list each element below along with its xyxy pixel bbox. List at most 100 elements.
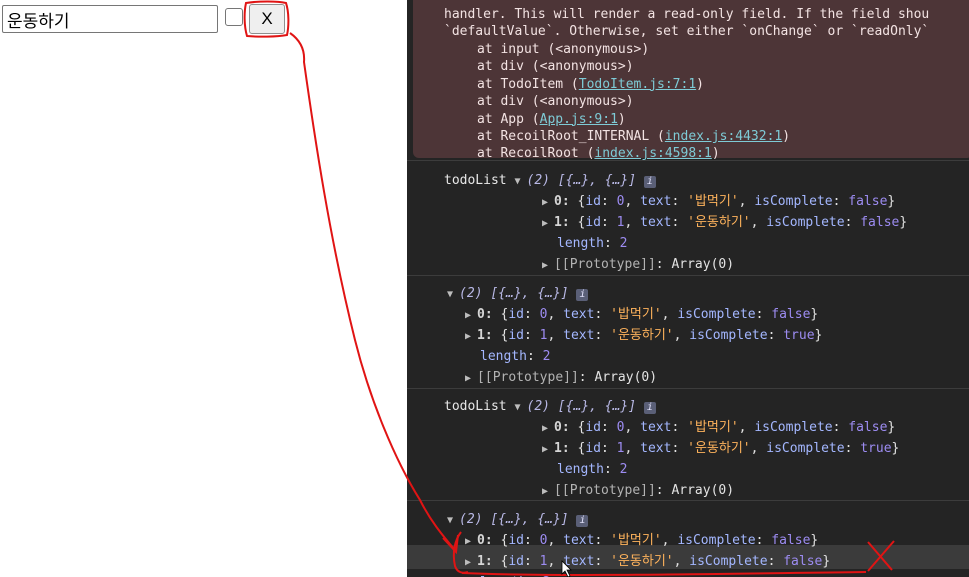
prop-id-value: 1: [539, 554, 548, 569]
console-separator: [407, 500, 969, 501]
prop-key: isComplete: [754, 194, 833, 209]
collapsed-toggle-icon[interactable]: ▶: [465, 310, 477, 321]
info-icon[interactable]: i: [643, 176, 656, 188]
todo-complete-checkbox[interactable]: [225, 8, 243, 26]
console-separator: [407, 160, 969, 161]
warning-text-line: `defaultValue`. Otherwise, set either `o…: [444, 23, 929, 40]
todo-text-input[interactable]: [2, 5, 218, 33]
array-prototype: ▶ [[Prototype]]: Array(0): [465, 369, 657, 386]
prop-key: isComplete: [677, 533, 756, 548]
stack-trace-line: at div (<anonymous>): [477, 93, 634, 110]
prop-id-value: 0: [616, 194, 625, 209]
expand-toggle-icon[interactable]: ▼: [514, 402, 526, 413]
collapsed-toggle-icon[interactable]: ▶: [465, 373, 477, 384]
array-summary[interactable]: (2) [{…}, {…}]: [527, 399, 644, 414]
prop-key: id: [585, 420, 602, 435]
prop-text-value: '운동하기': [687, 215, 751, 230]
array-length: length: 2: [557, 236, 628, 251]
stack-frame-suffix: ): [617, 111, 626, 127]
prop-key: text: [563, 328, 595, 343]
collapsed-toggle-icon[interactable]: ▶: [542, 260, 554, 271]
array-item: ▶ 1: {id: 1, text: '운동하기', isComplete: f…: [542, 215, 908, 230]
stack-frame-suffix: ): [696, 76, 704, 92]
length-value: 2: [619, 236, 628, 251]
array-summary[interactable]: (2) [{…}, {…}]: [459, 286, 576, 301]
log-entry-header: todoList ▼ (2) [{…}, {…}] i: [444, 398, 656, 415]
array-length: length: 2: [480, 349, 551, 364]
prototype-value: : Array(0): [655, 257, 735, 272]
prop-text-value: '운동하기': [687, 441, 751, 456]
array-summary[interactable]: (2) [{…}, {…}]: [459, 512, 576, 527]
array-prototype: ▶ [[Prototype]]: Array(0): [542, 256, 734, 273]
prop-iscomplete-value: false: [771, 533, 811, 548]
log-entry-header: ▼ (2) [{…}, {…}] i: [447, 511, 589, 528]
prop-key: id: [585, 194, 602, 209]
prop-key: text: [563, 554, 595, 569]
array-item: ▶ 1: {id: 1, text: '운동하기', isComplete: f…: [465, 554, 831, 569]
prop-key: isComplete: [689, 554, 768, 569]
prop-id-value: 0: [539, 533, 548, 548]
prop-id-value: 1: [616, 215, 625, 230]
prop-text-value: '운동하기': [610, 554, 674, 569]
array-item: ▶ 0: {id: 0, text: '밥먹기', isComplete: fa…: [465, 307, 819, 322]
prop-iscomplete-value: false: [783, 554, 823, 569]
prop-iscomplete-value: false: [771, 307, 811, 322]
prop-key: id: [508, 554, 525, 569]
expand-toggle-icon[interactable]: ▼: [447, 515, 459, 526]
prop-key: isComplete: [754, 420, 833, 435]
warning-text: handler. This will render a read-only fi…: [444, 7, 930, 22]
prop-id-value: 0: [539, 307, 548, 322]
prop-key: text: [640, 420, 672, 435]
collapsed-toggle-icon[interactable]: ▶: [542, 197, 554, 208]
collapsed-toggle-icon[interactable]: ▶: [542, 444, 554, 455]
delete-todo-button[interactable]: X: [249, 4, 285, 34]
stack-frame-text: at TodoItem (: [477, 76, 579, 92]
prop-id-value: 1: [539, 328, 548, 343]
prop-key: isComplete: [766, 215, 845, 230]
prop-iscomplete-value: false: [860, 215, 900, 230]
collapsed-toggle-icon[interactable]: ▶: [465, 536, 477, 547]
prop-iscomplete-value: false: [848, 194, 888, 209]
length-value: 2: [619, 462, 628, 477]
expand-toggle-icon[interactable]: ▼: [447, 289, 459, 300]
prop-key: id: [508, 533, 525, 548]
expand-toggle-icon[interactable]: ▼: [514, 176, 526, 187]
array-item: ▶ 1: {id: 1, text: '운동하기', isComplete: t…: [542, 441, 900, 456]
stack-frame-suffix: ): [782, 129, 791, 144]
console-separator: [407, 388, 969, 389]
collapsed-toggle-icon[interactable]: ▶: [542, 423, 554, 434]
info-icon[interactable]: i: [576, 515, 589, 527]
todo-app: X: [0, 0, 405, 577]
source-link[interactable]: App.js:9:1: [540, 112, 618, 127]
stack-trace-line: at RecoilRoot_INTERNAL (index.js:4432:1): [477, 128, 790, 145]
info-icon[interactable]: i: [576, 289, 589, 301]
prop-id-value: 1: [616, 441, 625, 456]
stack-frame-text: at App (: [477, 111, 540, 127]
stack-frame-text: at div (<anonymous>): [477, 59, 634, 75]
collapsed-toggle-icon[interactable]: ▶: [465, 557, 477, 568]
array-item: ▶ 0: {id: 0, text: '밥먹기', isComplete: fa…: [542, 420, 896, 435]
item-index: 1:: [554, 441, 578, 456]
item-index: 0:: [554, 194, 578, 209]
collapsed-toggle-icon[interactable]: ▶: [542, 218, 554, 229]
prop-key: isComplete: [689, 328, 768, 343]
length-value: 2: [542, 349, 551, 364]
log-entry-header: ▼ (2) [{…}, {…}] i: [447, 285, 589, 302]
info-icon[interactable]: i: [643, 402, 656, 414]
array-prototype: ▶ [[Prototype]]: Array(0): [542, 482, 734, 499]
array-summary[interactable]: (2) [{…}, {…}]: [527, 173, 644, 188]
prop-key: id: [585, 441, 602, 456]
log-label: todoList: [444, 173, 515, 188]
item-index: 0:: [477, 533, 501, 548]
prop-key: text: [563, 533, 595, 548]
prop-iscomplete-value: true: [860, 441, 892, 456]
collapsed-toggle-icon[interactable]: ▶: [465, 331, 477, 342]
array-item: ▶ 1: {id: 1, text: '운동하기', isComplete: t…: [465, 328, 823, 343]
source-link[interactable]: index.js:4432:1: [665, 129, 782, 144]
collapsed-toggle-icon[interactable]: ▶: [542, 486, 554, 497]
source-link[interactable]: TodoItem.js:7:1: [579, 77, 696, 92]
stack-trace-line: at div (<anonymous>): [477, 58, 634, 75]
stack-frame-text: at input (<anonymous>): [477, 42, 650, 57]
prop-text-value: '밥먹기': [687, 420, 739, 435]
prototype-key: [[Prototype]]: [554, 483, 656, 498]
